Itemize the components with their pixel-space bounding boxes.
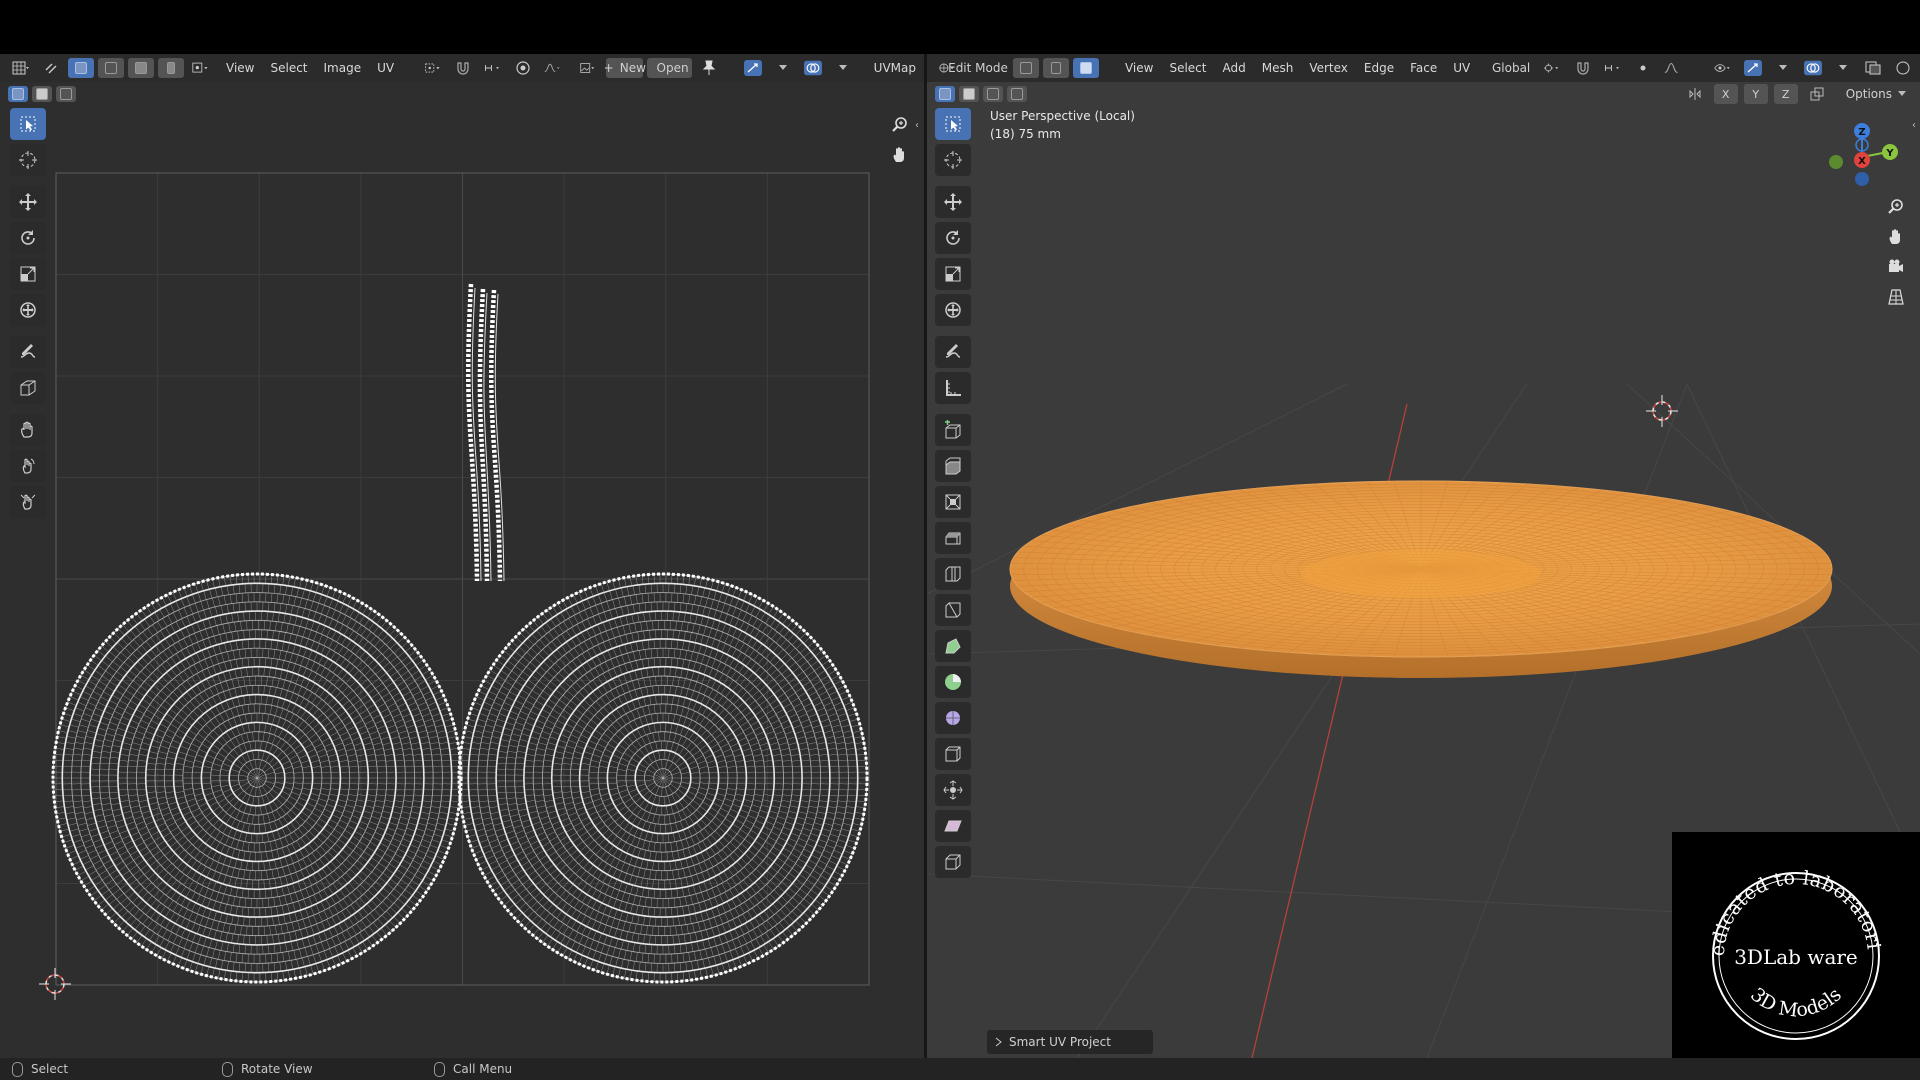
measure-tool-icon[interactable] <box>935 372 971 404</box>
knife-tool-icon[interactable] <box>935 594 971 626</box>
cursor-tool-icon[interactable] <box>10 144 46 176</box>
uv-island-disc-left <box>51 572 463 984</box>
status-rotate-label: Rotate View <box>241 1062 313 1076</box>
vp-cursor-tool-icon[interactable] <box>935 144 971 176</box>
svg-text:3D Models: 3D Models <box>1746 984 1846 1022</box>
zoom-icon[interactable] <box>887 112 913 138</box>
rotate-tool-icon[interactable] <box>10 222 46 254</box>
loop-cut-tool-icon[interactable] <box>935 558 971 590</box>
uv-island-rim-strips <box>466 283 505 582</box>
pan-hand-icon[interactable] <box>887 142 913 168</box>
select-box-tool-icon[interactable] <box>10 108 46 140</box>
bevel-tool-icon[interactable] <box>935 522 971 554</box>
rip-region-tool-icon[interactable] <box>935 846 971 878</box>
vp-move-tool-icon[interactable] <box>935 186 971 218</box>
vp-zoom-icon[interactable] <box>1883 194 1909 220</box>
extrude-tool-icon[interactable] <box>935 450 971 482</box>
vp-transform-tool-icon[interactable] <box>935 294 971 326</box>
relax-tool-icon[interactable] <box>10 450 46 482</box>
viewport-info-perspective: User Perspective (Local) <box>990 109 1135 123</box>
plate-mesh <box>1009 480 1833 678</box>
shear-tool-icon[interactable] <box>935 810 971 842</box>
vp-sidebar-toggle-icon[interactable]: ‹ <box>1912 120 1916 131</box>
watermark-top-text: Dedicated to laboratories <box>1664 815 1884 957</box>
watermark-bottom-text: 3D Models <box>1746 984 1846 1022</box>
watermark-middle-text: 3DLab ware <box>1734 945 1858 969</box>
svg-text:Dedicated to laboratories: Dedicated to laboratories <box>1672 832 1885 957</box>
viewport-info-object: (18) 75 mm <box>990 127 1061 141</box>
status-rotate: Rotate View <box>222 1061 313 1077</box>
uv-rip-tool-icon[interactable] <box>10 372 46 404</box>
chevron-right-icon <box>995 1037 1002 1047</box>
last-operator-panel[interactable]: Smart UV Project <box>987 1030 1153 1054</box>
add-cube-tool-icon[interactable] <box>935 414 971 446</box>
navigation-gizmo[interactable]: Z X Y <box>1817 112 1907 202</box>
transform-tool-icon[interactable] <box>10 294 46 326</box>
uv-toolbar <box>10 108 46 522</box>
last-operator-label: Smart UV Project <box>1009 1035 1111 1049</box>
vp-scale-tool-icon[interactable] <box>935 258 971 290</box>
camera-view-icon[interactable] <box>1883 254 1909 280</box>
poly-build-tool-icon[interactable] <box>935 630 971 662</box>
uv-island-disc-right <box>457 572 869 984</box>
shrink-fatten-tool-icon[interactable] <box>935 774 971 806</box>
middle-mouse-icon <box>222 1061 233 1077</box>
gizmo-z-label: Z <box>1858 127 1865 138</box>
smooth-tool-icon[interactable] <box>935 702 971 734</box>
edge-slide-tool-icon[interactable] <box>935 738 971 770</box>
viewport-toolbar <box>935 108 971 882</box>
status-menu: Call Menu <box>434 1061 513 1077</box>
left-mouse-icon <box>12 1061 23 1077</box>
watermark-logo: Dedicated to laboratories 3DLab ware 3D … <box>1664 815 1885 1040</box>
perspective-toggle-icon[interactable] <box>1883 284 1909 310</box>
grab-tool-icon[interactable] <box>10 414 46 446</box>
gizmo-x-label: X <box>1858 156 1866 167</box>
top-black-band <box>0 0 1920 54</box>
gizmo-y-label: Y <box>1885 148 1894 159</box>
status-select-label: Select <box>31 1062 69 1076</box>
vp-select-box-tool-icon[interactable] <box>935 108 971 140</box>
annotate-tool-icon[interactable] <box>10 336 46 368</box>
inset-tool-icon[interactable] <box>935 486 971 518</box>
status-select: Select <box>12 1061 69 1077</box>
2d-cursor-icon[interactable] <box>39 968 71 1000</box>
vp-annotate-tool-icon[interactable] <box>935 336 971 368</box>
uv-canvas[interactable] <box>0 54 924 1058</box>
uv-grid <box>55 172 870 986</box>
3d-cursor-icon[interactable] <box>1646 395 1678 427</box>
move-tool-icon[interactable] <box>10 186 46 218</box>
uv-editor: View Select Image UV + New Open UVMap ‹ <box>0 54 924 1058</box>
status-bar: Select Rotate View Call Menu <box>0 1058 1920 1080</box>
sidebar-toggle-icon[interactable]: ‹ <box>915 120 919 131</box>
spin-tool-icon[interactable] <box>935 666 971 698</box>
watermark-badge: Dedicated to laboratories 3DLab ware 3D … <box>1664 815 1920 1058</box>
right-mouse-icon <box>434 1061 445 1077</box>
scale-tool-icon[interactable] <box>10 258 46 290</box>
vp-pan-hand-icon[interactable] <box>1883 224 1909 250</box>
pinch-tool-icon[interactable] <box>10 486 46 518</box>
vp-rotate-tool-icon[interactable] <box>935 222 971 254</box>
status-menu-label: Call Menu <box>453 1062 513 1076</box>
